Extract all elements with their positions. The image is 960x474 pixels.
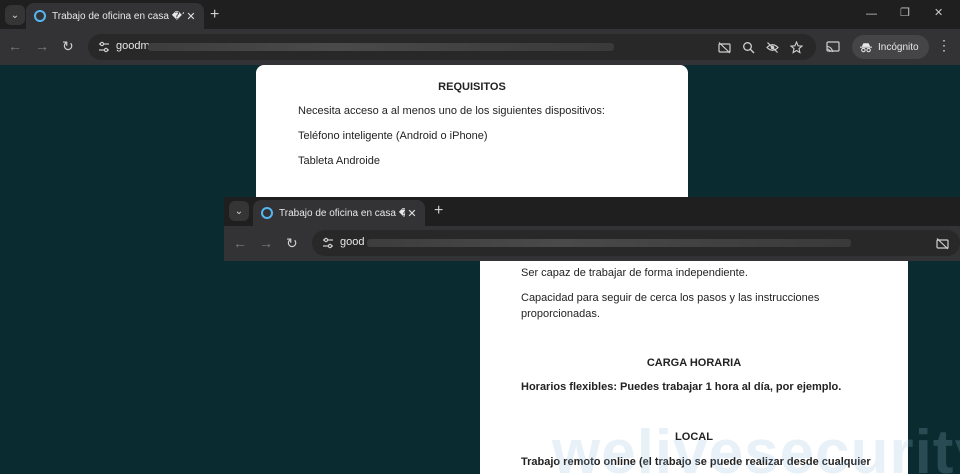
incognito-icon — [860, 42, 872, 52]
requirement-line: Teléfono inteligente (Android o iPhone) — [298, 130, 488, 142]
loading-favicon-icon — [261, 207, 273, 219]
site-info-icon[interactable] — [98, 41, 110, 53]
site-info-icon[interactable] — [322, 237, 334, 249]
close-window-icon[interactable]: ✕ — [934, 8, 943, 19]
requirement-line: Ser capaz de trabajar de forma independi… — [521, 267, 748, 279]
close-tab-icon[interactable]: ✕ — [405, 206, 419, 220]
restore-icon[interactable]: ❐ — [900, 8, 910, 19]
minimize-icon[interactable]: — — [866, 9, 877, 20]
chevron-down-icon: ⌄ — [10, 9, 20, 21]
front-page-content: Ser capaz de trabajar de forma independi… — [480, 261, 908, 474]
tab-title: Trabajo de oficina en casa �?Vá — [279, 207, 405, 219]
zoom-icon[interactable] — [742, 41, 755, 54]
cast-icon[interactable] — [826, 40, 840, 54]
front-tab-strip: ⌄ Trabajo de oficina en casa �?Vá ✕ + — [224, 197, 960, 226]
requirement-line: Tableta Androide — [298, 155, 380, 167]
back-browser-window: ⌄ Trabajo de oficina en casa �?Vá ✕ + — … — [0, 0, 960, 200]
kebab-menu-icon[interactable]: ⋮ — [937, 38, 951, 52]
back-arrow-icon[interactable]: ← — [233, 236, 247, 250]
tab-title: Trabajo de oficina en casa �?Vá — [52, 10, 184, 22]
local-heading: LOCAL — [675, 431, 713, 443]
incognito-label: Incógnito — [878, 41, 919, 53]
tab-search-button[interactable]: ⌄ — [5, 5, 25, 25]
requirement-line: proporcionadas. — [521, 308, 600, 320]
back-toolbar: ← → ↻ goodm Incógnito ⋮ — [0, 29, 960, 65]
url-text: goodm — [116, 40, 150, 52]
hours-text: Horarios flexibles: Puedes trabajar 1 ho… — [521, 381, 842, 393]
back-page-content: REQUISITOS Necesita acceso a al menos un… — [256, 65, 688, 200]
back-tab-strip: ⌄ Trabajo de oficina en casa �?Vá ✕ + — … — [0, 0, 960, 29]
front-browser-window: ⌄ Trabajo de oficina en casa �?Vá ✕ + ← … — [224, 197, 960, 474]
url-text: good — [340, 236, 365, 248]
back-arrow-icon[interactable]: ← — [8, 39, 22, 53]
forward-arrow-icon[interactable]: → — [35, 39, 49, 53]
eye-crossed-icon[interactable] — [766, 41, 779, 54]
local-text: Trabajo remoto online (el trabajo se pue… — [521, 456, 871, 468]
front-toolbar: ← → ↻ good — [224, 226, 960, 261]
chevron-down-icon: ⌄ — [234, 205, 244, 217]
address-bar[interactable]: goodm — [88, 34, 816, 60]
camera-blocked-icon[interactable] — [936, 237, 949, 250]
reload-icon[interactable]: ↻ — [286, 236, 298, 250]
front-active-tab[interactable]: Trabajo de oficina en casa �?Vá ✕ — [253, 200, 425, 226]
requirement-line: Necesita acceso a al menos uno de los si… — [298, 105, 605, 117]
new-tab-plus-icon[interactable]: + — [434, 203, 443, 219]
requirements-heading: REQUISITOS — [438, 81, 506, 93]
url-redacted — [148, 43, 614, 51]
loading-favicon-icon — [34, 10, 46, 22]
hours-heading: CARGA HORARIA — [646, 357, 742, 369]
tab-search-button[interactable]: ⌄ — [229, 201, 249, 221]
reload-icon[interactable]: ↻ — [62, 39, 74, 53]
back-active-tab[interactable]: Trabajo de oficina en casa �?Vá ✕ — [26, 3, 204, 29]
close-tab-icon[interactable]: ✕ — [184, 9, 198, 23]
requirement-line: Capacidad para seguir de cerca los pasos… — [521, 292, 820, 304]
incognito-indicator[interactable]: Incógnito — [852, 35, 929, 59]
bookmark-star-icon[interactable] — [790, 41, 803, 54]
new-tab-plus-icon[interactable]: + — [210, 7, 219, 23]
url-redacted — [367, 239, 851, 247]
address-bar[interactable]: good — [312, 230, 960, 256]
forward-arrow-icon[interactable]: → — [259, 236, 273, 250]
camera-blocked-icon[interactable] — [718, 41, 731, 54]
